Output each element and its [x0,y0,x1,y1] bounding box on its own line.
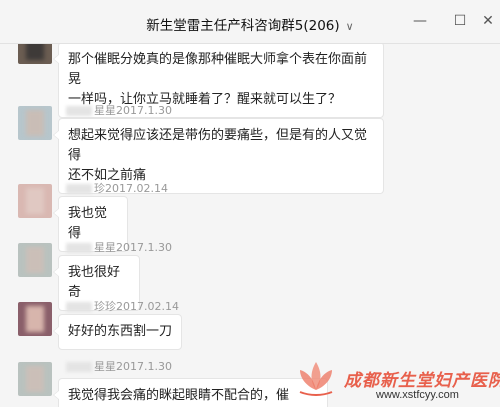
message-bubble: 好好的东西割一刀 [53,314,182,350]
message-meta: 星星2017.1.30 [66,239,172,255]
message-time: 2017.1.30 [116,360,172,373]
group-name: 新生堂雷主任产科咨询群5 [146,18,304,34]
message-time: 2017.02.14 [116,300,179,313]
member-count: (206) [303,18,340,34]
chevron-down-icon[interactable]: ∨ [346,20,354,33]
close-button[interactable]: ✕ [478,12,498,30]
sender-name: 星星 [94,360,116,373]
message-line: 好好的东西割一刀 [68,324,173,339]
blurred-name [66,302,92,312]
avatar[interactable] [18,184,52,218]
message-line: 我觉得我会痛的眯起眼睛不配合的，催 [68,388,290,403]
message-meta: 珍珍2017.02.14 [66,298,179,314]
avatar[interactable] [18,302,52,336]
sender-name: 星星 [94,104,116,117]
hospital-watermark: 成都新生堂妇产医院 www.xstfcyy.com [286,352,500,407]
message-meta: 星星2017.1.30 [66,358,172,374]
lotus-logo-icon [299,362,333,396]
message-meta: 星星2017.1.30 [66,102,172,118]
minimize-button[interactable]: — [410,12,430,30]
avatar[interactable] [18,106,52,140]
message-line: 我也很好奇 [68,265,121,300]
watermark-name: 成都新生堂妇产医院 [344,371,500,391]
watermark-url: www.xstfcyy.com [376,389,459,401]
message-time: 2017.1.30 [116,104,172,117]
avatar[interactable] [18,362,52,396]
message-time: 2017.02.14 [105,182,168,195]
avatar[interactable] [18,243,52,277]
message-meta: 珍2017.02.14 [66,180,168,196]
blurred-name [66,106,92,116]
message-line: 想起来觉得应该还是带伤的要痛些，但是有的人又觉得 [68,128,368,163]
message-line: 那个催眠分娩真的是像那种催眠大师拿个表在你面前晃 [68,52,368,87]
sender-name: 珍珍 [94,300,116,313]
maximize-button[interactable]: ☐ [450,12,470,30]
message-line: 我也觉得 [68,206,108,241]
blurred-name [66,362,92,372]
blurred-name [66,243,92,253]
avatar[interactable] [18,44,52,64]
title-bar: 新生堂雷主任产科咨询群5(206) ∨ — ☐ ✕ [0,0,500,44]
message-time: 2017.1.30 [116,241,172,254]
sender-name: 星星 [94,241,116,254]
blurred-name [66,184,92,194]
sender-name: 珍 [94,182,105,195]
